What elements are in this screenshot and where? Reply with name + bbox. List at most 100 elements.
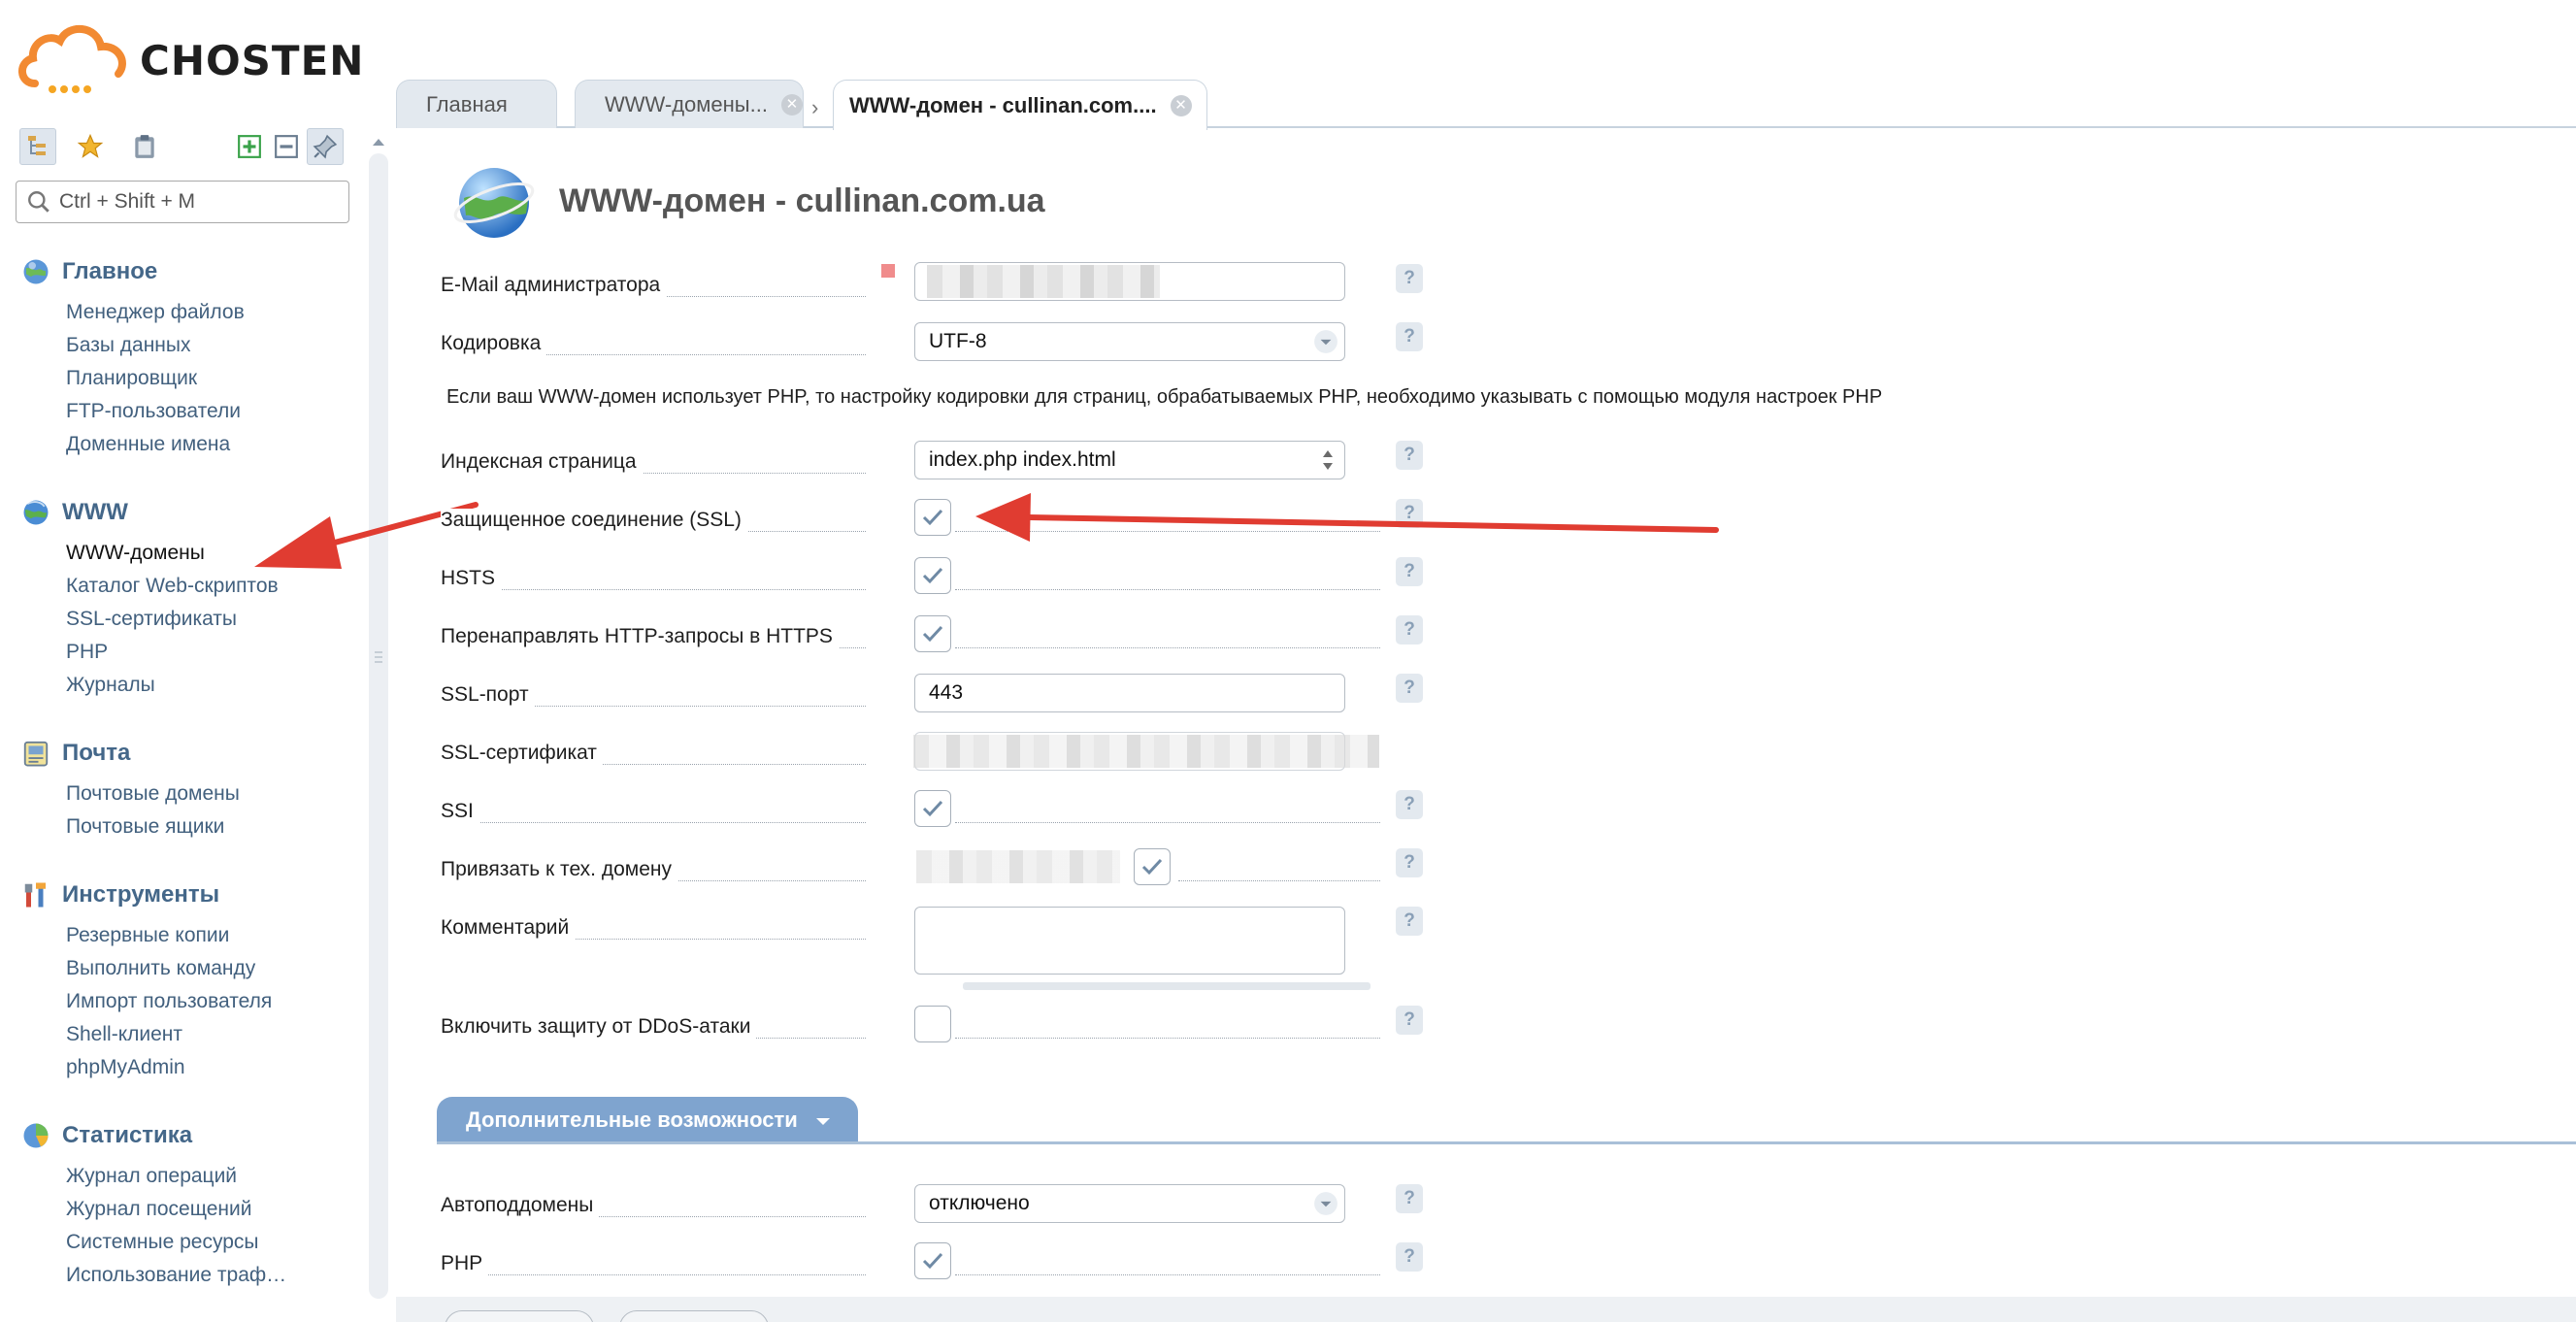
select-value: UTF-8 (929, 330, 987, 352)
sidebar-toolbar (19, 128, 349, 165)
clipboard-icon[interactable] (126, 128, 163, 165)
tab-label: Главная (426, 91, 508, 116)
menu-item-file-manager[interactable]: Менеджер файлов (21, 296, 351, 329)
help-icon[interactable]: ? (1396, 499, 1423, 528)
php-checkbox[interactable] (914, 1242, 951, 1279)
index-page-input[interactable]: index.php index.html (914, 441, 1345, 479)
ddos-checkbox[interactable] (914, 1006, 951, 1042)
select-value: отключено (929, 1192, 1030, 1214)
row-ssl-certificate: SSL-сертификат (441, 732, 1392, 775)
collapse-icon[interactable] (268, 128, 305, 165)
menu-item-ssl-certificates[interactable]: SSL-сертификаты (21, 603, 351, 636)
menu-item-phpmyadmin[interactable]: phpMyAdmin (21, 1051, 351, 1084)
close-icon[interactable]: ✕ (780, 93, 803, 116)
https-redirect-checkbox[interactable] (914, 615, 951, 652)
menu-group-header[interactable]: Почта (21, 729, 351, 777)
menu-item-run-command[interactable]: Выполнить команду (21, 952, 351, 985)
sidebar-search[interactable] (16, 181, 349, 223)
menu-item-operations-log[interactable]: Журнал операций (21, 1160, 351, 1193)
ssl-checkbox[interactable] (914, 499, 951, 536)
textarea-scrollbar[interactable] (963, 982, 1371, 990)
help-icon[interactable]: ? (1396, 1184, 1423, 1213)
menu-item-mail-domains[interactable]: Почтовые домены (21, 777, 351, 810)
cancel-button[interactable] (619, 1310, 769, 1322)
comment-textarea[interactable] (914, 907, 1345, 975)
menu-item-shell-client[interactable]: Shell-клиент (21, 1018, 351, 1051)
field-label: SSL-сертификат (441, 742, 603, 765)
row-comment: Комментарий ? (441, 907, 1423, 1004)
menu-item-system-resources[interactable]: Системные ресурсы (21, 1226, 351, 1259)
menu-item-scheduler[interactable]: Планировщик (21, 362, 351, 395)
tab-www-domain-edit[interactable]: WWW-домен - cullinan.com.... ✕ (833, 80, 1207, 130)
menu-group-header[interactable]: Инструменты (21, 871, 351, 919)
ssl-port-input[interactable]: 443 (914, 674, 1345, 712)
close-icon[interactable]: ✕ (1170, 94, 1192, 116)
menu-item-backups[interactable]: Резервные копии (21, 919, 351, 952)
field-label: Привязать к тех. домену (441, 858, 677, 881)
tab-www-domains[interactable]: WWW-домены... ✕ (575, 80, 804, 128)
search-input[interactable] (59, 190, 341, 214)
email-field[interactable] (914, 262, 1345, 301)
brand-logo[interactable]: CHOSTEN (14, 19, 363, 99)
page-title: WWW-домен - cullinan.com.ua (559, 182, 1045, 219)
help-icon[interactable]: ? (1396, 615, 1423, 644)
help-icon[interactable]: ? (1396, 441, 1423, 470)
sidebar-scrollbar[interactable] (363, 130, 394, 1322)
scroll-up-icon[interactable] (363, 132, 394, 151)
tab-main[interactable]: Главная (396, 80, 557, 128)
row-encoding: Кодировка UTF-8 ? (441, 322, 1423, 365)
help-icon[interactable]: ? (1396, 557, 1423, 586)
help-icon[interactable]: ? (1396, 848, 1423, 877)
field-label: E-Mail администратора (441, 274, 667, 297)
menu-group-header[interactable]: Статистика (21, 1111, 351, 1160)
menu-item-php[interactable]: PHP (21, 636, 351, 669)
encoding-select[interactable]: UTF-8 (914, 322, 1345, 361)
menu-item-mailboxes[interactable]: Почтовые ящики (21, 810, 351, 843)
ok-button[interactable] (445, 1310, 594, 1322)
field-label: HSTS (441, 567, 502, 590)
expand-icon[interactable] (231, 128, 268, 165)
redacted-value (913, 735, 1379, 768)
dots-leader (955, 647, 1380, 648)
menu-item-databases[interactable]: Базы данных (21, 329, 351, 362)
hsts-checkbox[interactable] (914, 557, 951, 594)
menu-item-ftp-users[interactable]: FTP-пользователи (21, 395, 351, 428)
menu-item-logs[interactable]: Журналы (21, 669, 351, 702)
bind-tech-domain-checkbox[interactable] (1134, 848, 1171, 885)
star-icon[interactable] (72, 128, 109, 165)
up-down-arrows-icon[interactable] (1319, 446, 1337, 475)
menu-item-domain-names[interactable]: Доменные имена (21, 428, 351, 461)
row-ssi: SSI ? (441, 790, 1423, 833)
ssl-certificate-select[interactable] (913, 732, 1379, 771)
checkmark-icon (922, 1252, 943, 1270)
menu-item-visits-log[interactable]: Журнал посещений (21, 1193, 351, 1226)
row-email: E-Mail администратора ? (441, 262, 1423, 307)
menu-item-web-scripts[interactable]: Каталог Web-скриптов (21, 570, 351, 603)
autosubdomains-select[interactable]: отключено (914, 1184, 1345, 1223)
menu-item-import-user[interactable]: Импорт пользователя (21, 985, 351, 1018)
pin-icon[interactable] (307, 128, 344, 165)
help-icon[interactable]: ? (1396, 907, 1423, 936)
resize-grip-icon[interactable] (363, 648, 394, 668)
help-icon[interactable]: ? (1396, 1242, 1423, 1272)
menu-item-www-domains[interactable]: WWW-домены (21, 537, 351, 570)
menu-group-header[interactable]: WWW (21, 488, 351, 537)
ssi-checkbox[interactable] (914, 790, 951, 827)
www-globe-icon (23, 500, 49, 525)
dots-leader (955, 1038, 1380, 1039)
menu-group-title: Инструменты (62, 881, 220, 908)
dots-leader (441, 822, 866, 823)
menu-group-main: Главное Менеджер файлов Базы данных План… (21, 248, 351, 461)
extra-features-toggle[interactable]: Дополнительные возможности (437, 1097, 858, 1143)
menu-item-traffic-usage[interactable]: Использование траф… (21, 1259, 351, 1292)
help-icon[interactable]: ? (1396, 264, 1423, 293)
mail-icon (23, 741, 49, 767)
scroll-track[interactable] (369, 153, 388, 1299)
tree-icon[interactable] (19, 128, 56, 165)
help-icon[interactable]: ? (1396, 322, 1423, 351)
help-icon[interactable]: ? (1396, 790, 1423, 819)
help-icon[interactable]: ? (1396, 674, 1423, 703)
menu-group-title: WWW (62, 499, 128, 525)
menu-group-header[interactable]: Главное (21, 248, 351, 296)
help-icon[interactable]: ? (1396, 1006, 1423, 1035)
